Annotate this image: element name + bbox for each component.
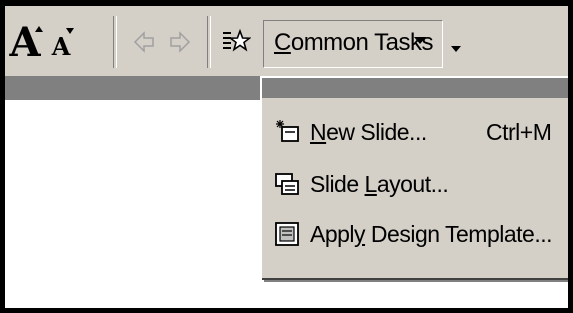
label-prefix: Slide [310, 170, 365, 197]
menu-item-label: Slide Layout... [310, 170, 449, 198]
demote-button[interactable] [165, 22, 195, 62]
star-effects-icon [223, 28, 251, 52]
label-rest: ew Slide... [326, 118, 427, 145]
design-template-icon [275, 222, 299, 246]
common-tasks-label: Common Tasks [274, 29, 433, 57]
label-accel: y [354, 220, 366, 247]
common-tasks-label-rest: ommon Tasks [290, 29, 434, 56]
menu-item-label: New Slide... [310, 119, 427, 146]
up-caret-icon [35, 26, 43, 32]
application-area: A A Common Tasks New Slide... Ctrl+M Sli… [5, 6, 568, 308]
decrease-font-size-button[interactable]: A [45, 20, 77, 66]
new-slide-icon [276, 120, 299, 142]
menu-item-apply-design-template[interactable]: Apply Design Template... [262, 212, 568, 256]
label-accel: N [310, 118, 327, 145]
label-rest: ayout... [376, 170, 449, 197]
common-tasks-button[interactable]: Common Tasks [263, 20, 443, 68]
menu-item-shortcut: Ctrl+M [486, 118, 552, 145]
toolbar-separator [113, 16, 117, 68]
label-prefix: Appl [310, 220, 355, 247]
dropdown-arrow-icon [414, 37, 426, 44]
chevron-down-icon [451, 46, 461, 52]
toolbar-separator [207, 16, 211, 68]
window-frame: A A Common Tasks New Slide... Ctrl+M Sli… [0, 0, 573, 313]
menu-header [262, 78, 568, 98]
menu-item-label: Apply Design Template... [310, 220, 553, 248]
label-accel: L [364, 170, 378, 197]
common-tasks-menu: New Slide... Ctrl+M Slide Layout... Appl… [260, 76, 568, 278]
formatting-toolbar: A A Common Tasks [5, 6, 568, 76]
common-tasks-accel: C [274, 29, 291, 56]
increase-font-size-button[interactable]: A [7, 20, 43, 66]
menu-item-slide-layout[interactable]: Slide Layout... [262, 162, 568, 206]
menu-item-new-slide[interactable]: New Slide... Ctrl+M [262, 110, 568, 154]
toolbar-options-button[interactable] [449, 36, 465, 60]
animation-effects-button[interactable] [217, 22, 255, 62]
left-arrow-icon [133, 31, 154, 53]
slide-layout-icon [275, 173, 299, 195]
promote-button[interactable] [129, 22, 159, 62]
right-arrow-icon [170, 31, 191, 53]
label-rest: Design Template... [365, 220, 553, 247]
down-caret-icon [66, 28, 74, 34]
decrease-font-icon: A [51, 32, 71, 61]
